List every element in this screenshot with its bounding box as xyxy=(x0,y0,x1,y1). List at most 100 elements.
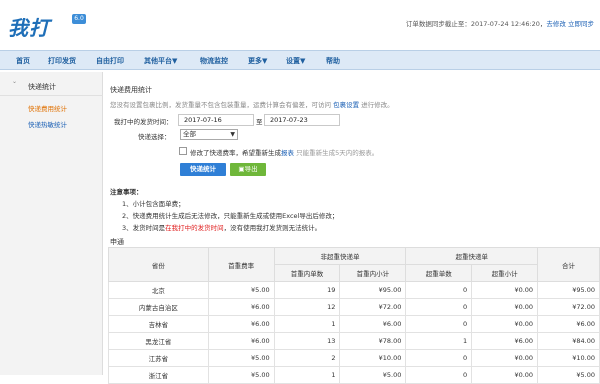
nav-print-ship[interactable]: 打印发货 xyxy=(48,56,76,66)
regenerate-text: 修改了快递费率，希望重新生成 xyxy=(190,149,281,157)
cell-subtotal: ¥95.00 xyxy=(339,281,407,299)
sidebar-heading: 快递统计 xyxy=(28,83,56,91)
col-normal-count: 首重内单数 xyxy=(273,264,341,282)
package-notice: 您没有设置包裹比例，发货重量不包含包装重量，运费计算会有偏差，可访问 包裹设置 … xyxy=(110,99,394,109)
modify-sync-link[interactable]: 去修改 xyxy=(546,20,566,28)
cell-subtotal: ¥6.00 xyxy=(339,315,407,333)
cell-count: 2 xyxy=(273,349,341,367)
carrier-section-title: 申通 xyxy=(110,238,124,246)
cell-over-count: 1 xyxy=(405,332,473,350)
cell-province: 江苏省 xyxy=(108,349,209,367)
cell-over-subtotal: ¥0.00 xyxy=(471,366,539,384)
cell-total: ¥72.00 xyxy=(537,298,600,316)
notice-text: 您没有设置包裹比例，发货重量不包含包装重量，运费计算会有偏差，可访问 xyxy=(110,101,331,109)
top-header: 我打 6.0 订单数据同步截止至：2017-07-24 12:46:20，去修改… xyxy=(0,0,600,50)
note-3-text: 3、发货时间是 xyxy=(122,224,166,232)
cell-over-subtotal: ¥0.00 xyxy=(471,315,539,333)
cell-count: 19 xyxy=(273,281,341,299)
cell-rate: ¥5.00 xyxy=(207,281,275,299)
cell-province: 内蒙古自治区 xyxy=(108,298,209,316)
table-row: 内蒙古自治区 ¥6.00 12 ¥72.00 0 ¥0.00 ¥72.00 xyxy=(108,298,600,316)
col-first-weight: 首重费率 xyxy=(207,247,275,282)
sidebar-item-fee-stats[interactable]: 快递费用统计 xyxy=(28,103,67,113)
cell-over-subtotal: ¥0.00 xyxy=(471,298,539,316)
main-content: 快递费用统计 您没有设置包裹比例，发货重量不包含包装重量，运费计算会有偏差，可访… xyxy=(104,72,600,384)
nav-home[interactable]: 首页 xyxy=(16,56,30,66)
main-nav: 首页 打印发货 自由打印 其他平台▼ 物流监控 更多▼ 设置▼ 帮助 xyxy=(0,50,600,70)
nav-more[interactable]: 更多▼ xyxy=(248,56,267,66)
sync-now-link[interactable]: 立即同步 xyxy=(568,20,594,28)
col-total: 合计 xyxy=(537,247,600,282)
app-logo[interactable]: 我打 xyxy=(8,12,50,41)
report-link[interactable]: 报表 xyxy=(281,149,294,157)
cell-total: ¥95.00 xyxy=(537,281,600,299)
col-province: 省份 xyxy=(108,247,209,282)
cell-over-subtotal: ¥0.00 xyxy=(471,349,539,367)
cell-rate: ¥5.00 xyxy=(207,349,275,367)
date-from-input[interactable]: 2017-07-16 xyxy=(178,114,254,126)
nav-other-platforms[interactable]: 其他平台▼ xyxy=(144,56,177,66)
cell-over-subtotal: ¥0.00 xyxy=(471,281,539,299)
sync-status: 订单数据同步截止至：2017-07-24 12:46:20，去修改 立即同步 xyxy=(406,18,594,28)
nav-settings[interactable]: 设置▼ xyxy=(286,56,305,66)
cell-count: 12 xyxy=(273,298,341,316)
express-select-value: 全部 xyxy=(183,130,196,138)
cell-province: 浙江省 xyxy=(108,366,209,384)
export-button[interactable]: ▣导出 xyxy=(230,163,266,176)
sync-text: 订单数据同步截止至：2017-07-24 12:46:20， xyxy=(405,20,547,28)
cell-over-count: 0 xyxy=(405,315,473,333)
collapse-icon[interactable]: ⌄ xyxy=(12,78,17,85)
table-row: 北京 ¥5.00 19 ¥95.00 0 ¥0.00 ¥95.00 xyxy=(108,281,600,299)
package-settings-link[interactable]: 包裹设置 xyxy=(333,101,359,109)
date-to-input[interactable]: 2017-07-23 xyxy=(264,114,340,126)
note-1: 1、小计包含面单费； xyxy=(122,200,185,208)
cell-subtotal: ¥72.00 xyxy=(339,298,407,316)
cell-subtotal: ¥5.00 xyxy=(339,366,407,384)
cell-over-count: 0 xyxy=(405,349,473,367)
col-normal-subtotal: 首重内小计 xyxy=(339,264,407,282)
cell-total: ¥5.00 xyxy=(537,366,600,384)
version-badge: 6.0 xyxy=(72,14,86,24)
notice-text-end: 进行修改。 xyxy=(361,101,394,109)
regenerate-checkbox[interactable] xyxy=(179,147,187,155)
col-over-count: 超重单数 xyxy=(405,264,473,282)
express-select[interactable]: 全部 ▼ xyxy=(180,129,238,140)
export-label: 导出 xyxy=(244,165,258,173)
cell-total: ¥6.00 xyxy=(537,315,600,333)
nav-help[interactable]: 帮助 xyxy=(326,56,340,66)
cell-over-count: 0 xyxy=(405,366,473,384)
cell-rate: ¥6.00 xyxy=(207,298,275,316)
cell-subtotal: ¥78.00 xyxy=(339,332,407,350)
sidebar-item-thermal-stats[interactable]: 快递热敏统计 xyxy=(28,119,67,129)
cell-rate: ¥6.00 xyxy=(207,332,275,350)
cell-province: 黑龙江省 xyxy=(108,332,209,350)
col-over-subtotal: 超重小计 xyxy=(471,264,539,282)
nav-logistics[interactable]: 物流监控 xyxy=(200,56,228,66)
sidebar: ⌄ 快递统计 快递费用统计 快递热敏统计 xyxy=(0,72,103,375)
table-row: 吉林省 ¥6.00 1 ¥6.00 0 ¥0.00 ¥6.00 xyxy=(108,315,600,333)
col-group-normal: 非超重快递单 xyxy=(273,247,407,265)
express-label: 快递选择： xyxy=(138,133,171,141)
sidebar-divider xyxy=(0,95,103,96)
cell-subtotal: ¥10.00 xyxy=(339,349,407,367)
table-row: 江苏省 ¥5.00 2 ¥10.00 0 ¥0.00 ¥10.00 xyxy=(108,349,600,367)
cell-count: 1 xyxy=(273,315,341,333)
cell-province: 吉林省 xyxy=(108,315,209,333)
stat-button[interactable]: 快递统计 xyxy=(180,163,226,176)
cell-over-count: 0 xyxy=(405,281,473,299)
fee-table: 省份 首重费率 非超重快递单 超重快递单 合计 首重内单数 首重内小计 超重单数… xyxy=(108,247,600,384)
date-to-label: 至 xyxy=(256,118,263,126)
dropdown-arrow-icon: ▼ xyxy=(230,131,235,138)
note-2: 2、快递费用统计生成后无法修改，只能重新生成或使用Excel导出后修改； xyxy=(122,212,339,220)
cell-count: 1 xyxy=(273,366,341,384)
cell-rate: ¥5.00 xyxy=(207,366,275,384)
nav-free-print[interactable]: 自由打印 xyxy=(96,56,124,66)
table-row: 浙江省 ¥5.00 1 ¥5.00 0 ¥0.00 ¥5.00 xyxy=(108,366,600,384)
cell-total: ¥10.00 xyxy=(537,349,600,367)
notes-heading: 注意事项： xyxy=(110,188,143,196)
regenerate-note: 只能重新生成5天内的报表。 xyxy=(296,149,379,157)
note-3-end: ，没有使用我打发货则无法统计。 xyxy=(223,224,322,232)
col-group-over: 超重快递单 xyxy=(405,247,539,265)
regenerate-label: 修改了快递费率，希望重新生成报表 只能重新生成5天内的报表。 xyxy=(190,147,378,157)
note-3-highlight: 在我打中的发货时间 xyxy=(165,224,224,232)
